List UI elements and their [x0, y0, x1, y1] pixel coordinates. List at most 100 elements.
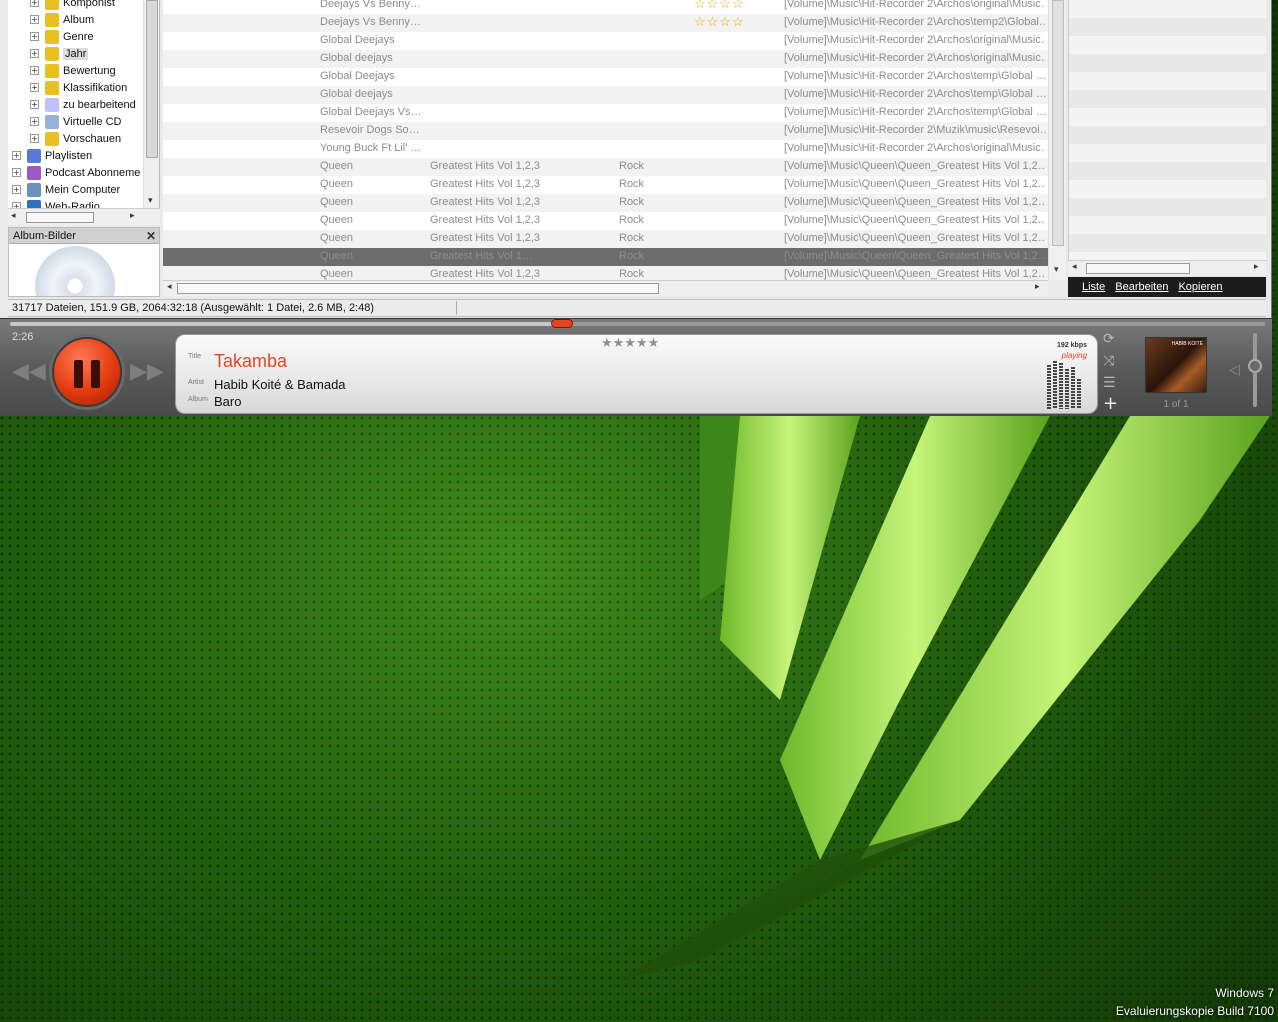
tree-item[interactable]: + Album — [30, 11, 94, 28]
scroll-right-icon[interactable]: ▸ — [130, 211, 135, 221]
pause-bar-right — [91, 360, 100, 388]
rating-cell: ☆☆☆☆ — [694, 14, 745, 29]
genre-cell: Rock — [619, 268, 645, 280]
album-art-panel-header: Album-Bilder ✕ — [9, 228, 159, 244]
tree-item[interactable]: + Klassifikation — [30, 79, 127, 96]
genre-cell: Rock — [619, 178, 645, 190]
table-row[interactable]: Deejays Vs Benny… ☆☆☆☆ [Volume]\Music\Hit-… — [163, 0, 1048, 14]
tree-item[interactable]: + Podcast Abonneme — [12, 164, 140, 181]
scroll-left-icon[interactable]: ◂ — [11, 211, 16, 221]
scroll-right-icon[interactable]: ▸ — [1254, 262, 1259, 272]
table-row[interactable]: Queen Greatest Hits Vol 1,2,3 Rock [Volume]… — [163, 230, 1048, 248]
track-list-vertical-scrollbar[interactable]: ▾ — [1048, 0, 1066, 280]
scroll-down-icon[interactable]: ▾ — [148, 196, 153, 206]
pause-button[interactable] — [52, 337, 122, 407]
tree-item[interactable]: + Genre — [30, 28, 94, 45]
next-track-icon[interactable]: ▶▶ — [130, 359, 164, 384]
table-row[interactable]: Deejays Vs Benny… ☆☆☆☆ [Volume]\Music\Hit-… — [163, 14, 1048, 32]
elapsed-time: 2:26 — [12, 331, 34, 343]
expand-icon[interactable]: + — [30, 32, 39, 41]
tree-item-label: Bewertung — [63, 64, 116, 77]
tree-item[interactable]: + Vorschauen — [30, 130, 121, 147]
artist-cell: Queen — [320, 178, 354, 190]
table-row[interactable]: Queen Greatest Hits Vol 1,2,3 Rock [Volume]… — [163, 266, 1048, 280]
folder-icon — [27, 165, 41, 180]
tree-item[interactable]: + Virtuelle CD — [30, 113, 122, 130]
expand-icon[interactable]: + — [30, 117, 39, 126]
tree-item[interactable]: + Jahr — [30, 45, 89, 62]
artist-cell: Resevoir Dogs So… — [320, 124, 420, 136]
seek-knob[interactable] — [551, 319, 574, 328]
table-row[interactable]: Global deejays [Volume]\Music\Hit-Recorde… — [163, 50, 1048, 68]
album-cover[interactable]: HABIB KOITÉ — [1145, 337, 1207, 393]
tree-hscroll-thumb[interactable] — [26, 212, 94, 223]
tree-item[interactable]: + Mein Computer — [12, 181, 120, 198]
tree-item-label: Mein Computer — [45, 183, 121, 196]
seek-bar[interactable] — [10, 319, 1265, 328]
tree-scroll-thumb[interactable] — [146, 0, 158, 158]
tree-vertical-scrollbar[interactable]: ▾ — [143, 0, 159, 210]
tree-horizontal-scrollbar[interactable]: ◂ ▸ — [8, 208, 160, 226]
path-cell: [Volume]\Music\Queen\Queen_Greatest Hits… — [784, 250, 1046, 262]
right-panel-horizontal-scrollbar[interactable]: ◂ ▸ — [1068, 260, 1266, 276]
shuffle-icon[interactable]: ⤨ — [1103, 353, 1114, 369]
right-panel-hscroll-thumb[interactable] — [1086, 263, 1190, 274]
table-row[interactable]: Global Deejays [Volume]\Music\Hit-Recorde… — [163, 32, 1048, 50]
folder-icon — [45, 97, 59, 112]
scroll-left-icon[interactable]: ◂ — [167, 282, 172, 292]
table-row[interactable]: Global deejays [Volume]\Music\Hit-Recorde… — [163, 86, 1048, 104]
track-list: Deejays Vs Benny… ☆☆☆☆ [Volume]\Music\Hit-… — [163, 0, 1048, 280]
tree-item[interactable]: + zu bearbeitend — [30, 96, 136, 113]
table-row[interactable]: Young Buck Ft Lil' … [Volume]\Music\Hit-R… — [163, 140, 1048, 158]
genre-cell: Rock — [619, 232, 645, 244]
table-row[interactable]: Queen Greatest Hits Vol 1,2,3 Rock [Volume]… — [163, 212, 1048, 230]
previous-track-icon[interactable]: ◀◀ — [12, 359, 46, 384]
path-cell: [Volume]\Music\Queen\Queen_Greatest Hits… — [784, 232, 1046, 244]
expand-icon[interactable]: + — [30, 100, 39, 109]
scroll-down-icon[interactable]: ▾ — [1054, 265, 1059, 275]
expand-icon[interactable]: + — [30, 134, 39, 143]
table-row[interactable]: Queen Greatest Hits Vol 1,2,3 Rock [Volume]… — [163, 194, 1048, 212]
rating-stars[interactable]: ★★★★★ — [601, 335, 659, 351]
expand-icon[interactable]: + — [30, 15, 39, 24]
close-icon[interactable]: ✕ — [146, 228, 156, 244]
status-separator — [456, 301, 457, 315]
expand-icon[interactable]: + — [30, 49, 39, 58]
track-list-scroll-thumb[interactable] — [1052, 0, 1064, 246]
equalizer-icon[interactable]: ☰ — [1103, 375, 1116, 391]
volume-speaker-icon[interactable]: ◁ — [1229, 361, 1240, 378]
volume-knob[interactable] — [1248, 359, 1262, 374]
expand-icon[interactable]: + — [30, 66, 39, 75]
copy-tab[interactable]: Kopieren — [1178, 281, 1222, 293]
table-row[interactable]: Global Deejays [Volume]\Music\Hit-Recorde… — [163, 68, 1048, 86]
scroll-right-icon[interactable]: ▸ — [1035, 282, 1040, 292]
scroll-left-icon[interactable]: ◂ — [1072, 262, 1077, 272]
expand-icon[interactable]: + — [30, 83, 39, 92]
track-list-horizontal-scrollbar[interactable]: ◂ ▸ — [163, 280, 1048, 296]
folder-icon — [45, 46, 59, 61]
table-row[interactable]: Queen Greatest Hits Vol 1… Rock [Volume]\Mu… — [163, 248, 1048, 266]
rating-cell: ☆☆☆☆ — [694, 0, 745, 11]
tree-item[interactable]: + Bewertung — [30, 62, 116, 79]
expand-icon[interactable]: + — [12, 168, 21, 177]
tree-item[interactable]: + Playlisten — [12, 147, 92, 164]
repeat-icon[interactable]: ⟳ — [1103, 331, 1115, 347]
folder-icon — [45, 80, 59, 95]
table-row[interactable]: Resevoir Dogs So… [Volume]\Music\Hit-Reco… — [163, 122, 1048, 140]
album-cell: Greatest Hits Vol 1,2,3 — [430, 232, 541, 244]
table-row[interactable]: Queen Greatest Hits Vol 1,2,3 Rock [Volume]… — [163, 158, 1048, 176]
artist-cell: Queen — [320, 214, 354, 226]
expand-icon[interactable]: + — [12, 151, 21, 160]
tree-item[interactable]: + Komponist — [30, 0, 115, 11]
folder-icon — [45, 29, 59, 44]
track-list-hscroll-thumb[interactable] — [177, 283, 659, 294]
table-row[interactable]: Global Deejays Vs… [Volume]\Music\Hit-Rec… — [163, 104, 1048, 122]
edit-tab[interactable]: Bearbeiten — [1115, 281, 1168, 293]
artist-label: Artist — [188, 379, 204, 386]
expand-icon[interactable]: + — [12, 185, 21, 194]
expand-icon[interactable]: + — [30, 0, 39, 7]
list-tab[interactable]: Liste — [1082, 281, 1105, 293]
volume-slider[interactable] — [1248, 333, 1262, 407]
table-row[interactable]: Queen Greatest Hits Vol 1,2,3 Rock [Volume]… — [163, 176, 1048, 194]
add-icon[interactable]: + — [1103, 393, 1118, 414]
